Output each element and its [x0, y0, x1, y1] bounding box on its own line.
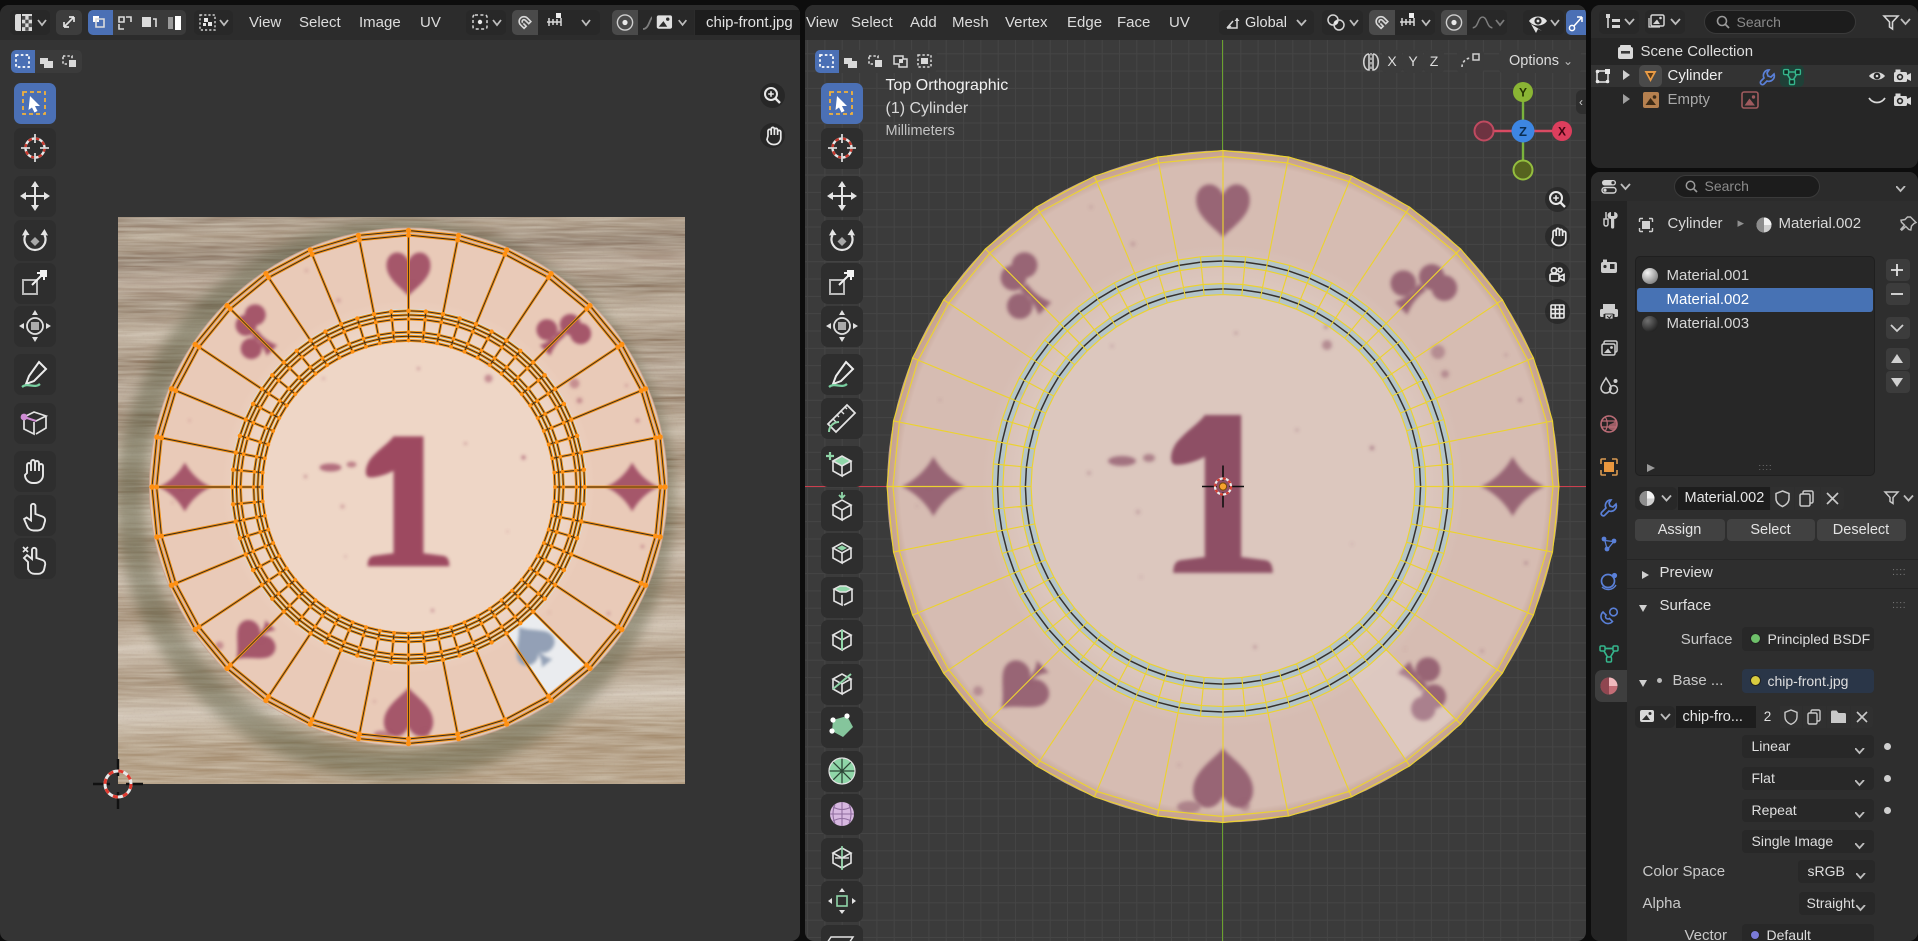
svg-text:Y: Y — [1518, 86, 1526, 100]
svg-text:Z: Z — [1519, 124, 1527, 139]
svg-text:X: X — [1557, 125, 1565, 139]
svg-text:Global: Global — [1245, 15, 1287, 31]
